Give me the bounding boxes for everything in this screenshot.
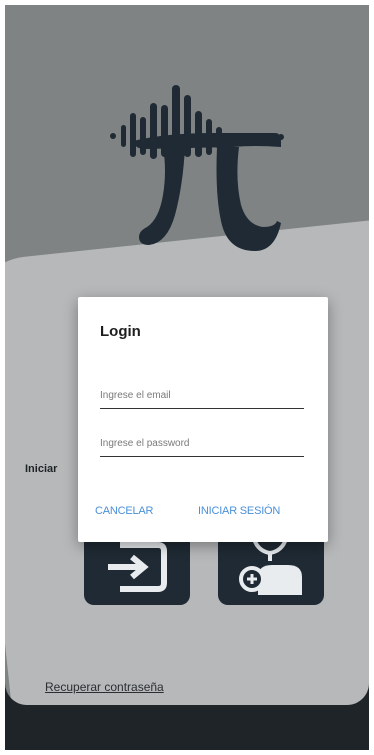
email-input[interactable] bbox=[100, 382, 304, 409]
login-dialog: Login CANCELAR INICIAR SESIÓN bbox=[78, 297, 328, 542]
password-input[interactable] bbox=[100, 430, 304, 457]
phone-screen: Iniciar Recuperar contraseña Login CANCE… bbox=[5, 5, 369, 750]
cancel-button[interactable]: CANCELAR bbox=[95, 505, 154, 517]
dialog-title: Login bbox=[100, 323, 141, 340]
login-button[interactable]: INICIAR SESIÓN bbox=[198, 505, 280, 517]
